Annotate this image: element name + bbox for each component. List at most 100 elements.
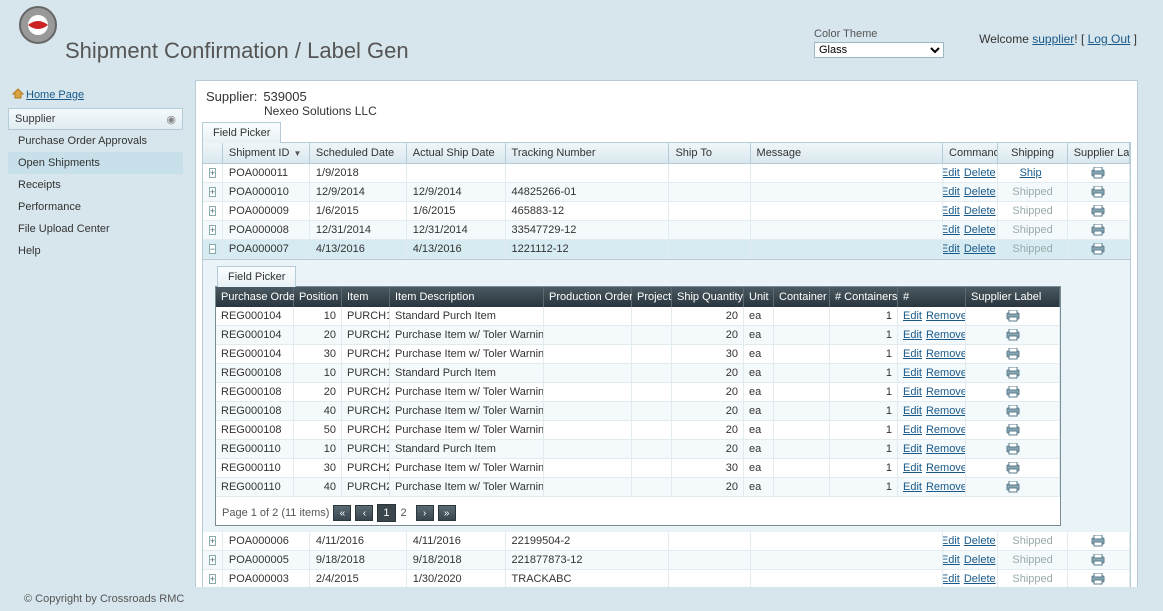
- remove-link[interactable]: Remove: [926, 481, 966, 493]
- delete-link[interactable]: Delete: [964, 186, 996, 198]
- detail-column-header[interactable]: Position: [294, 287, 342, 307]
- print-icon[interactable]: [1005, 386, 1021, 398]
- delete-link[interactable]: Delete: [964, 243, 996, 255]
- remove-link[interactable]: Remove: [926, 443, 966, 455]
- edit-link[interactable]: Edit: [943, 167, 960, 179]
- logout-link[interactable]: Log Out: [1088, 32, 1131, 46]
- home-link[interactable]: Home Page: [26, 89, 84, 101]
- detail-column-header[interactable]: #: [898, 287, 966, 307]
- print-icon[interactable]: [1090, 205, 1106, 217]
- pager-last-button[interactable]: »: [438, 505, 456, 521]
- edit-link[interactable]: Edit: [943, 243, 960, 255]
- edit-link[interactable]: Edit: [943, 554, 960, 566]
- sidebar-item-performance[interactable]: Performance: [8, 196, 183, 218]
- edit-link[interactable]: Edit: [903, 348, 922, 360]
- ship-link[interactable]: Ship: [1020, 167, 1042, 179]
- column-header[interactable]: Shipping: [998, 143, 1067, 164]
- delete-link[interactable]: Delete: [964, 554, 996, 566]
- pager-page-1[interactable]: 1: [377, 504, 395, 522]
- print-icon[interactable]: [1005, 481, 1021, 493]
- print-icon[interactable]: [1090, 186, 1106, 198]
- delete-link[interactable]: Delete: [964, 167, 996, 179]
- print-icon[interactable]: [1005, 443, 1021, 455]
- remove-link[interactable]: Remove: [926, 405, 966, 417]
- delete-link[interactable]: Delete: [964, 573, 996, 585]
- user-link[interactable]: supplier: [1032, 32, 1074, 46]
- column-header[interactable]: Message: [751, 143, 944, 164]
- print-icon[interactable]: [1005, 424, 1021, 436]
- sidebar-section-header[interactable]: Supplier ◉: [8, 108, 183, 130]
- edit-link[interactable]: Edit: [903, 443, 922, 455]
- edit-link[interactable]: Edit: [903, 329, 922, 341]
- expand-icon[interactable]: +: [209, 168, 216, 178]
- edit-link[interactable]: Edit: [903, 405, 922, 417]
- remove-link[interactable]: Remove: [926, 348, 966, 360]
- detail-field-picker-button[interactable]: Field Picker: [217, 266, 296, 287]
- detail-column-header[interactable]: Supplier Label: [966, 287, 1060, 307]
- pager-first-button[interactable]: «: [333, 505, 351, 521]
- edit-link[interactable]: Edit: [943, 224, 960, 236]
- remove-link[interactable]: Remove: [926, 310, 966, 322]
- detail-column-header[interactable]: Purchase Order: [216, 287, 294, 307]
- detail-column-header[interactable]: Item: [342, 287, 390, 307]
- column-header[interactable]: [203, 143, 223, 164]
- edit-link[interactable]: Edit: [903, 386, 922, 398]
- detail-column-header[interactable]: # Containers: [830, 287, 898, 307]
- remove-link[interactable]: Remove: [926, 424, 966, 436]
- print-icon[interactable]: [1090, 554, 1106, 566]
- pager-prev-button[interactable]: ‹: [355, 505, 373, 521]
- collapse-icon[interactable]: −: [209, 244, 216, 254]
- print-icon[interactable]: [1005, 310, 1021, 322]
- print-icon[interactable]: [1090, 243, 1106, 255]
- detail-column-header[interactable]: Ship Quantity: [672, 287, 744, 307]
- print-icon[interactable]: [1090, 535, 1106, 547]
- theme-select[interactable]: Glass: [814, 42, 944, 58]
- sidebar-item-purchase-order-approvals[interactable]: Purchase Order Approvals: [8, 130, 183, 152]
- column-header[interactable]: Shipment ID▼: [223, 143, 310, 164]
- detail-column-header[interactable]: Production Order: [544, 287, 632, 307]
- column-header[interactable]: Actual Ship Date: [407, 143, 506, 164]
- print-icon[interactable]: [1090, 167, 1106, 179]
- detail-column-header[interactable]: Project: [632, 287, 672, 307]
- expand-icon[interactable]: +: [209, 225, 216, 235]
- expand-icon[interactable]: +: [209, 536, 216, 546]
- print-icon[interactable]: [1005, 462, 1021, 474]
- print-icon[interactable]: [1090, 224, 1106, 236]
- sidebar-item-file-upload-center[interactable]: File Upload Center: [8, 218, 183, 240]
- print-icon[interactable]: [1005, 367, 1021, 379]
- remove-link[interactable]: Remove: [926, 329, 966, 341]
- edit-link[interactable]: Edit: [903, 310, 922, 322]
- edit-link[interactable]: Edit: [903, 424, 922, 436]
- delete-link[interactable]: Delete: [964, 224, 996, 236]
- edit-link[interactable]: Edit: [903, 481, 922, 493]
- column-header[interactable]: Scheduled Date: [310, 143, 407, 164]
- remove-link[interactable]: Remove: [926, 462, 966, 474]
- print-icon[interactable]: [1005, 348, 1021, 360]
- pager-page-2[interactable]: 2: [396, 505, 412, 521]
- expand-icon[interactable]: +: [209, 555, 216, 565]
- detail-column-header[interactable]: Unit: [744, 287, 774, 307]
- pager-next-button[interactable]: ›: [416, 505, 434, 521]
- sidebar-item-help[interactable]: Help: [8, 240, 183, 262]
- print-icon[interactable]: [1005, 329, 1021, 341]
- edit-link[interactable]: Edit: [903, 462, 922, 474]
- print-icon[interactable]: [1005, 405, 1021, 417]
- edit-link[interactable]: Edit: [903, 367, 922, 379]
- field-picker-button[interactable]: Field Picker: [202, 122, 281, 143]
- delete-link[interactable]: Delete: [964, 205, 996, 217]
- detail-column-header[interactable]: Container: [774, 287, 830, 307]
- sidebar-item-receipts[interactable]: Receipts: [8, 174, 183, 196]
- column-header[interactable]: Supplier Label: [1068, 143, 1130, 164]
- edit-link[interactable]: Edit: [943, 535, 960, 547]
- detail-column-header[interactable]: Item Description: [390, 287, 544, 307]
- expand-icon[interactable]: +: [209, 187, 216, 197]
- column-header[interactable]: Ship To: [669, 143, 750, 164]
- column-header[interactable]: Commands: [943, 143, 998, 164]
- edit-link[interactable]: Edit: [943, 186, 960, 198]
- expand-icon[interactable]: +: [209, 206, 216, 216]
- edit-link[interactable]: Edit: [943, 573, 960, 585]
- print-icon[interactable]: [1090, 573, 1106, 585]
- remove-link[interactable]: Remove: [926, 386, 966, 398]
- remove-link[interactable]: Remove: [926, 367, 966, 379]
- delete-link[interactable]: Delete: [964, 535, 996, 547]
